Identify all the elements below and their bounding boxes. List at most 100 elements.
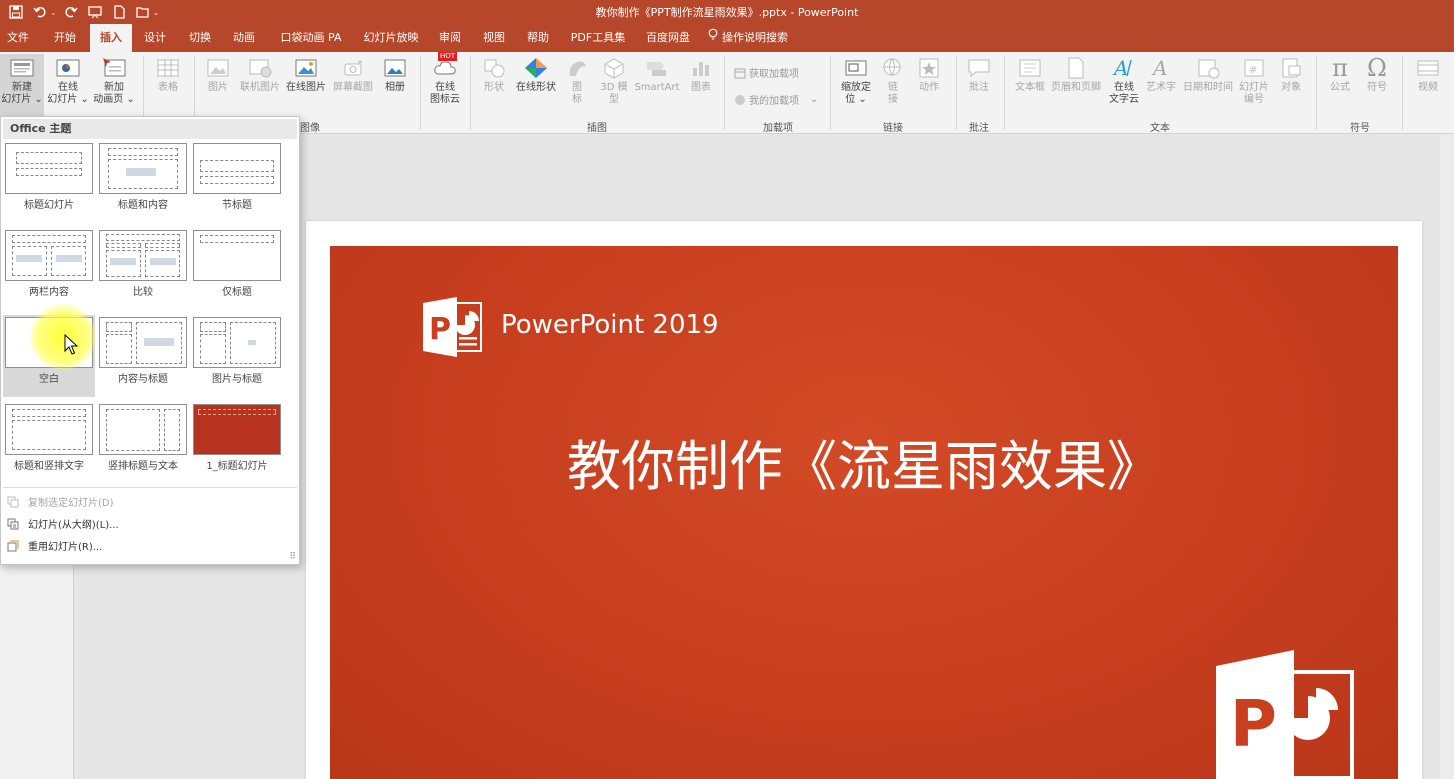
layout-comparison[interactable]: 比较 <box>97 228 189 310</box>
menu-item-label: 重用幻灯片(R)... <box>28 542 103 553</box>
slide-title[interactable]: 教你制作《流星雨效果》 <box>330 422 1398 501</box>
smartart-button[interactable]: SmartArt <box>632 56 682 94</box>
layout-vertical-title-text[interactable]: 竖排标题与文本 <box>97 402 189 484</box>
tab-design[interactable]: 设计 <box>137 24 173 52</box>
layout-section-header[interactable]: 节标题 <box>191 141 283 223</box>
layout-thumbnail <box>99 143 187 194</box>
object-icon <box>1282 58 1301 78</box>
online-slide-label: 在线 幻灯片 ⌄ <box>47 82 89 105</box>
online-slide-button[interactable]: 在线 幻灯片 ⌄ <box>46 56 90 106</box>
tab-baidu-netdisk[interactable]: 百度网盘 <box>640 24 696 52</box>
wordart-button[interactable]: A 艺术字 <box>1144 56 1178 94</box>
online-shapes-button[interactable]: 在线形状 <box>514 56 558 94</box>
group-label-symbols: 符号 <box>1350 123 1370 134</box>
new-slide-icon <box>10 59 34 77</box>
photo-album-button[interactable]: 相册 <box>378 56 412 94</box>
wordart-icon: A <box>1151 56 1167 80</box>
online-wordart-button[interactable]: A 在线 文字云 <box>1104 56 1144 106</box>
group-separator <box>956 56 957 130</box>
layout-label: 竖排标题与文本 <box>108 461 178 472</box>
shapes-button[interactable]: 形状 <box>474 56 514 94</box>
slide-number-button[interactable]: # 幻灯片 编号 <box>1236 56 1272 106</box>
slides-from-outline-menu-item[interactable]: 幻灯片(从大纲)(L)... <box>7 516 119 531</box>
menu-item-label: 幻灯片(从大纲)(L)... <box>28 520 119 531</box>
zoom-label: 缩放定 位 ⌄ <box>841 82 871 105</box>
header-footer-button[interactable]: 页眉和页脚 <box>1048 56 1104 94</box>
new-slide-button[interactable]: 新建 幻灯片 ⌄ <box>0 54 44 116</box>
layout-title-only[interactable]: 仅标题 <box>191 228 283 310</box>
3d-models-label: 3D 模 型 <box>600 82 628 105</box>
action-button[interactable]: 动作 <box>912 56 946 94</box>
group-separator <box>420 56 421 130</box>
online-icon-cloud-button[interactable]: HOT 在线 图标云 <box>424 52 466 106</box>
3d-models-button[interactable]: 3D 模 型 <box>596 56 632 106</box>
date-time-button[interactable]: 日期和时间 <box>1180 56 1236 94</box>
chart-button[interactable]: 图表 <box>684 56 718 94</box>
layout-title-content[interactable]: 标题和内容 <box>97 141 189 223</box>
tab-file[interactable]: 文件 <box>0 24 36 52</box>
header-footer-label: 页眉和页脚 <box>1051 82 1101 93</box>
tab-insert[interactable]: 插入 <box>90 24 132 52</box>
online-picture-button[interactable]: 在线图片 <box>284 56 328 94</box>
ribbon-tabs: 文件 开始 插入 设计 切换 动画 口袋动画 PA 幻灯片放映 审阅 视图 帮助… <box>0 24 1454 52</box>
tab-pocket-animation[interactable]: 口袋动画 PA <box>276 24 346 52</box>
resize-grip-icon[interactable]: ⠿ <box>289 552 296 562</box>
tab-help[interactable]: 帮助 <box>520 24 556 52</box>
tab-view[interactable]: 视图 <box>476 24 512 52</box>
powerpoint-large-logo-icon: P <box>1216 650 1354 779</box>
tab-review[interactable]: 审阅 <box>432 24 468 52</box>
tab-pdf-tools[interactable]: PDF工具集 <box>566 24 630 52</box>
object-button[interactable]: 对象 <box>1274 56 1308 94</box>
symbol-label: 符号 <box>1367 82 1387 93</box>
my-addins-label: 我的加载项 <box>749 96 799 107</box>
online-pictures-link-button[interactable]: 联机图片 <box>238 56 282 94</box>
layout-thumbnail <box>193 143 281 194</box>
tab-animations[interactable]: 动画 <box>226 24 262 52</box>
picture-icon <box>207 59 229 77</box>
photo-album-label: 相册 <box>385 82 405 93</box>
screenshot-button[interactable]: 屏幕截图 <box>330 56 376 94</box>
pi-icon: π <box>1332 54 1348 82</box>
layout-title-slide[interactable]: 标题幻灯片 <box>3 141 95 223</box>
textbox-button[interactable]: 文本框 <box>1010 56 1050 94</box>
video-button[interactable]: 视频 <box>1408 56 1448 94</box>
duplicate-slide-menu-item[interactable]: 复制选定幻灯片(D) <box>7 494 114 509</box>
group-separator <box>1402 56 1403 130</box>
layout-thumbnail <box>5 404 93 455</box>
get-addins-button[interactable]: 获取加载项 <box>734 65 799 80</box>
chart-icon <box>693 62 709 76</box>
tell-me-search[interactable]: 操作说明搜索 <box>708 24 808 52</box>
current-slide[interactable]: P P <box>330 246 1398 779</box>
layout-two-content[interactable]: 两栏内容 <box>3 228 95 310</box>
reuse-slides-menu-item[interactable]: 重用幻灯片(R)... <box>7 538 102 553</box>
group-separator <box>1004 56 1005 130</box>
online-picture-label: 在线图片 <box>286 82 326 93</box>
svg-text:A: A <box>1151 56 1167 80</box>
online-pictures-link-label: 联机图片 <box>240 82 280 93</box>
online-picture-icon <box>295 59 317 77</box>
zoom-button[interactable]: 缩放定 位 ⌄ <box>836 56 876 106</box>
layout-title-vertical-text[interactable]: 标题和竖排文字 <box>3 402 95 484</box>
tab-home[interactable]: 开始 <box>46 24 84 52</box>
video-label: 视频 <box>1418 82 1438 93</box>
new-animation-page-button[interactable]: 新加 动画页 ⌄ <box>92 56 136 106</box>
tab-slideshow[interactable]: 幻灯片放映 <box>356 24 426 52</box>
comment-button[interactable]: 批注 <box>962 56 996 94</box>
link-button[interactable]: 链 接 <box>878 56 908 106</box>
my-addins-button[interactable]: 我的加载项 ⌄ <box>734 92 818 107</box>
picture-button[interactable]: 图片 <box>200 56 236 94</box>
tab-transitions[interactable]: 切换 <box>182 24 218 52</box>
table-icon <box>157 59 179 77</box>
vertical-scrollbar[interactable] <box>1440 134 1454 779</box>
layout-custom-title-slide[interactable]: 1_标题幻灯片 <box>191 402 283 484</box>
table-button[interactable]: 表格 <box>150 56 186 94</box>
equation-button[interactable]: π 公式 <box>1322 56 1358 94</box>
slide-number-label: 幻灯片 编号 <box>1239 82 1269 105</box>
shapes-label: 形状 <box>484 82 504 93</box>
symbol-button[interactable]: Ω 符号 <box>1360 56 1394 94</box>
link-label: 链 接 <box>888 82 898 105</box>
outline-icon <box>7 518 19 529</box>
layout-content-with-caption[interactable]: 内容与标题 <box>97 315 189 397</box>
layout-picture-with-caption[interactable]: 图片与标题 <box>191 315 283 397</box>
icons-button[interactable]: 图 标 <box>562 56 592 106</box>
